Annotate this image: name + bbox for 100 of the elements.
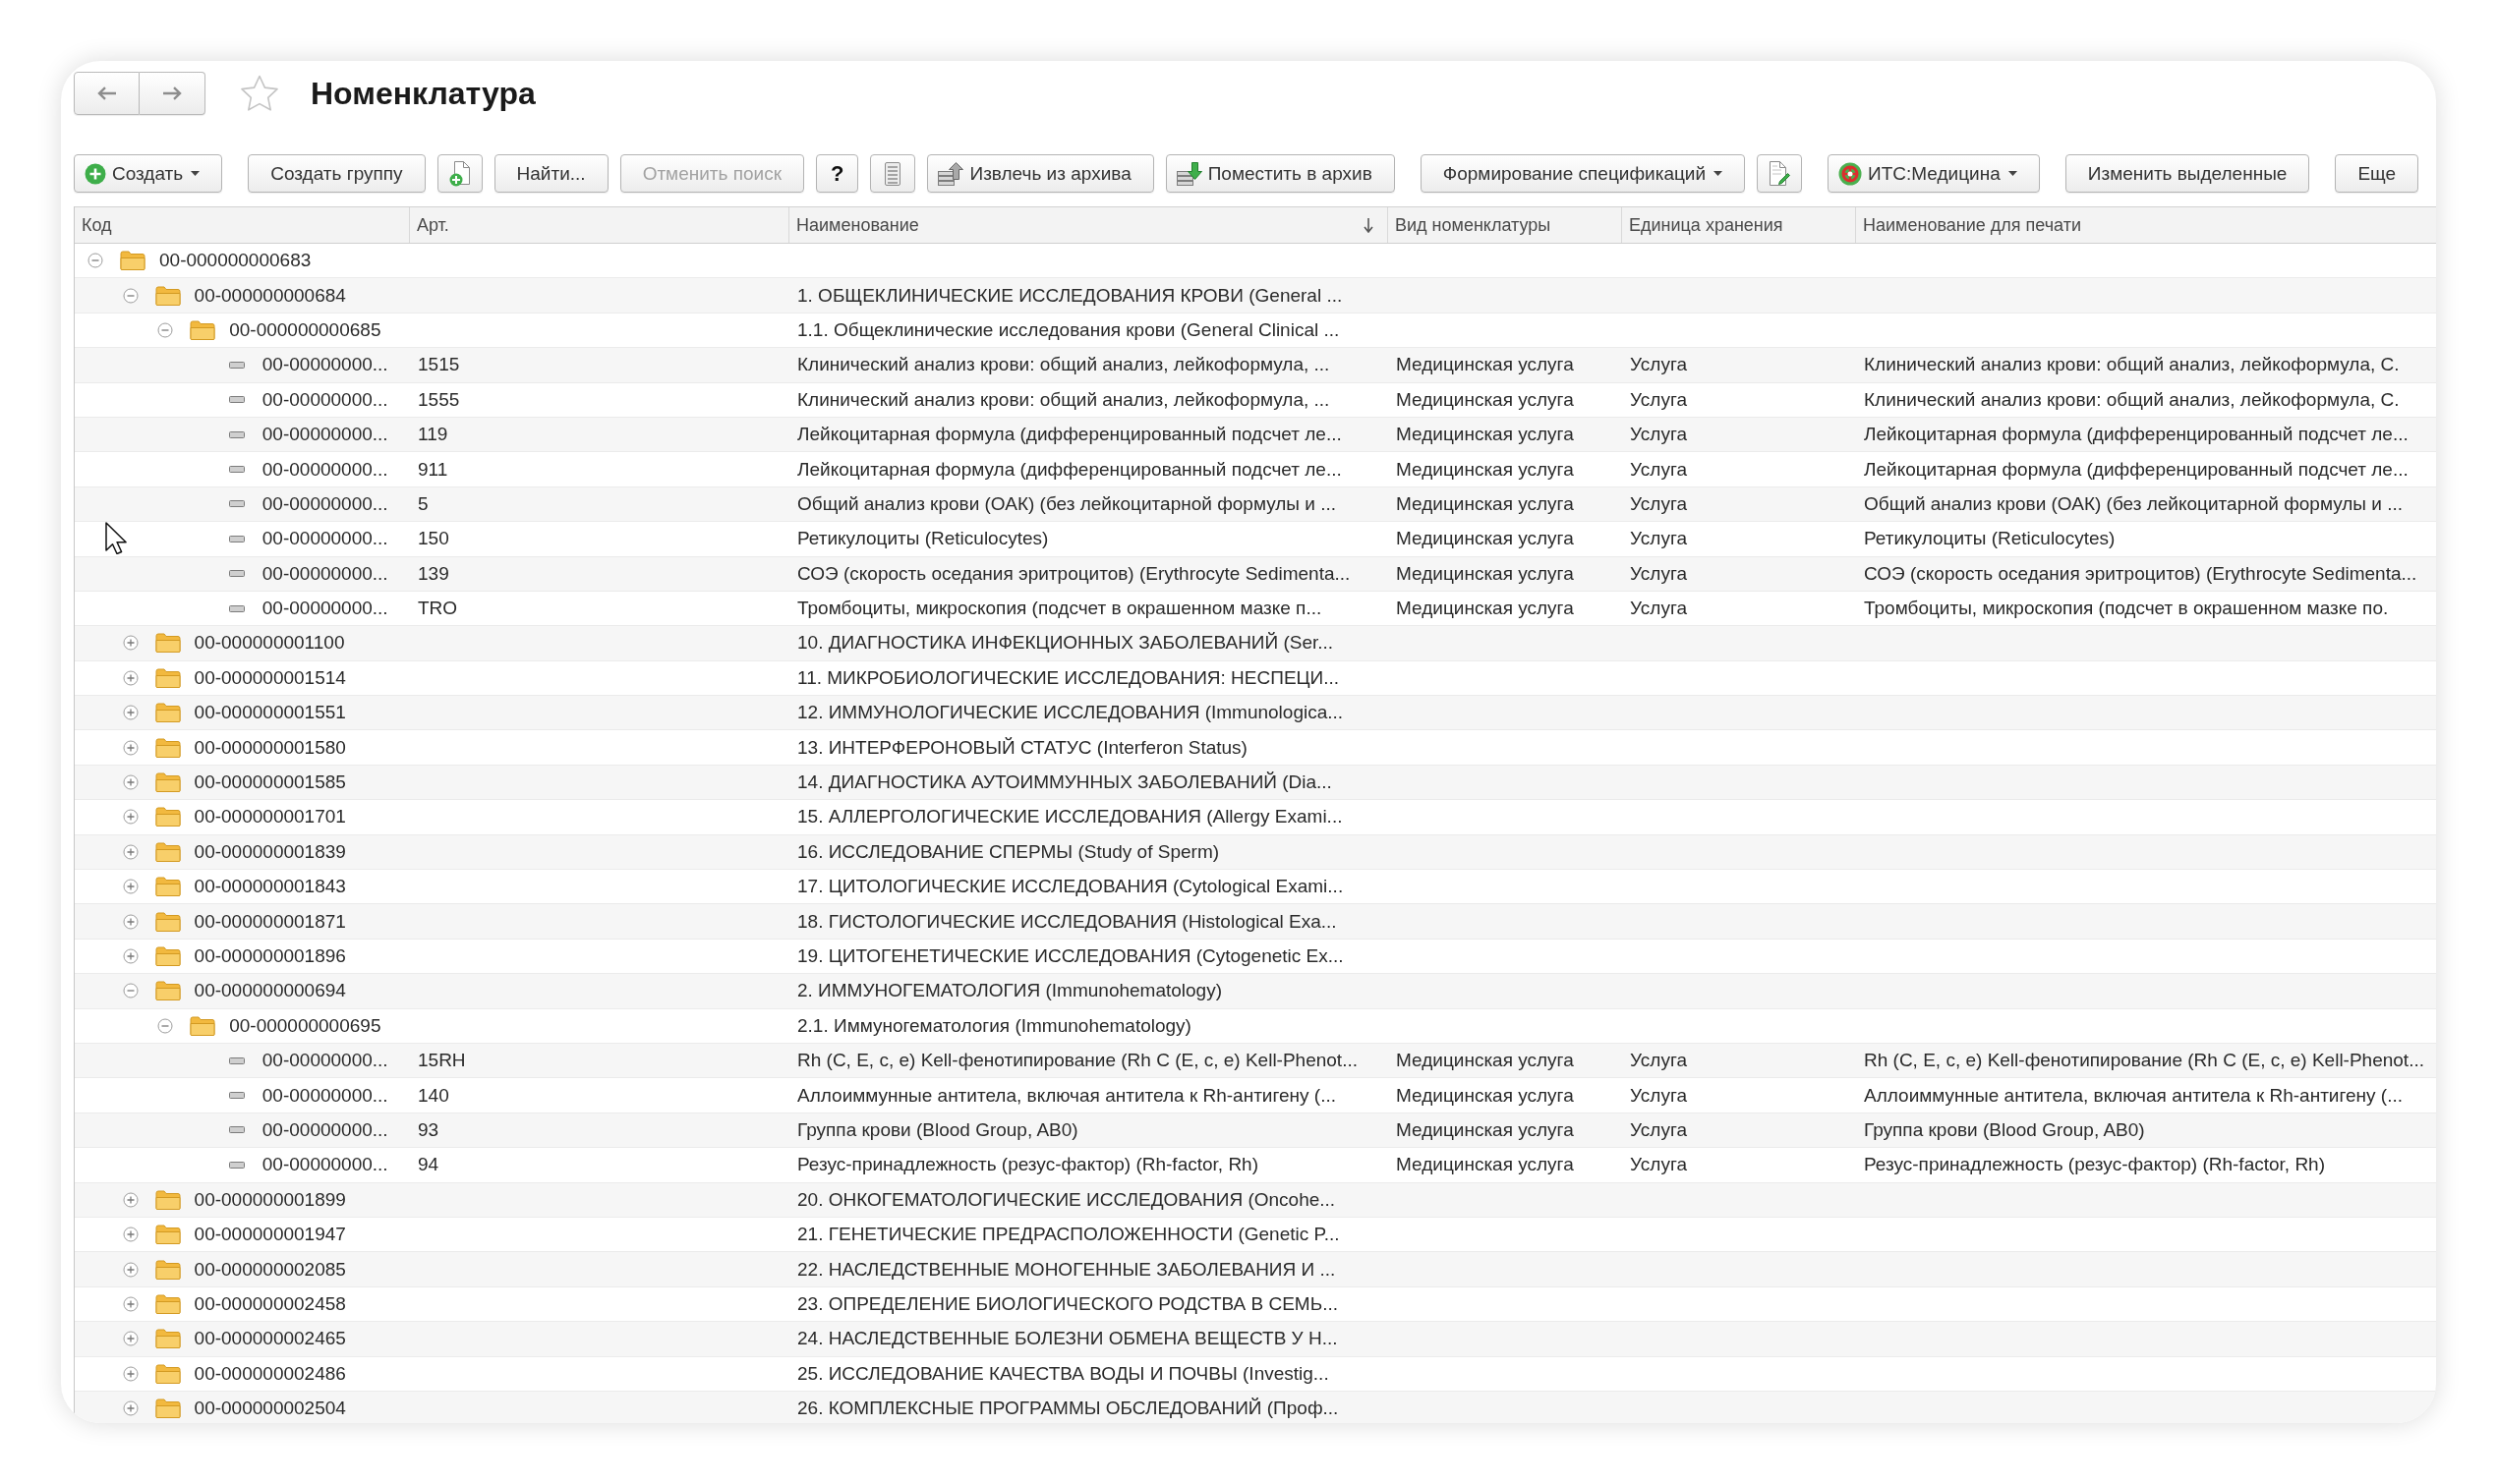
folder-icon — [154, 946, 181, 966]
unit-name: Услуга — [1630, 598, 1687, 620]
expand-icon[interactable] — [122, 1365, 139, 1382]
collapse-icon[interactable] — [87, 253, 103, 269]
article-number: 15RH — [418, 1050, 466, 1072]
collapse-icon[interactable] — [122, 983, 139, 999]
article-number: 1515 — [418, 354, 460, 376]
print-name: Клинический анализ крови: общий анализ, лейкоформула, С. — [1864, 388, 2400, 411]
expand-icon[interactable] — [122, 809, 139, 826]
unit-name: Услуга — [1630, 528, 1687, 550]
expand-icon[interactable] — [122, 1261, 139, 1278]
print-name: Тромбоциты, микроскопия (подсчет в окрашенном мазке по. — [1864, 598, 2389, 620]
folder-icon — [154, 911, 181, 932]
collapse-icon[interactable] — [157, 1017, 174, 1034]
code-text: 00-000000000684 — [194, 284, 346, 307]
print-name: Rh (C, E, c, e) Kell-фенотипирование (Rh C (E, c, e) Kell-Phenot... — [1864, 1050, 2424, 1072]
toolbar-button[interactable]: ИТС:Медицина — [1828, 154, 2040, 193]
expand-icon[interactable] — [122, 948, 139, 964]
toolbar-button[interactable]: Формирование спецификаций — [1420, 154, 1746, 193]
code-text: 00-000000002458 — [194, 1292, 346, 1315]
help-button[interactable]: ? — [816, 154, 859, 193]
sort-arrow-icon — [1364, 217, 1373, 233]
stack-up-arrow-icon — [938, 161, 964, 186]
service-name: 14. ДИАГНОСТИКА АУТОИММУННЫХ ЗАБОЛЕВАНИЙ (Dia... — [797, 771, 1332, 794]
expand-icon[interactable] — [122, 669, 139, 686]
service-name: Резус-принадлежность (резус-фактор) (Rh-factor, Rh) — [797, 1154, 1258, 1176]
print-name: Ретикулоциты (Reticulocytes) — [1864, 528, 2116, 550]
print-name: Аллоиммунные антитела, включая антитела к Rh-антигену (... — [1864, 1084, 2403, 1107]
code-text: 00-000000002085 — [194, 1258, 346, 1281]
caret-icon — [2007, 171, 2017, 176]
service-name: Лейкоцитарная формула (дифференцированный подсчет ле... — [797, 424, 1342, 446]
code-text: 00-000000001585 — [194, 771, 346, 794]
expand-icon[interactable] — [122, 843, 139, 860]
dash-icon — [228, 1126, 245, 1134]
collapse-icon[interactable] — [157, 321, 174, 338]
column-header[interactable]: Код — [75, 207, 410, 243]
expand-icon[interactable] — [122, 705, 139, 721]
toolbar-button[interactable]: Создать группу — [248, 154, 426, 193]
dash-icon — [228, 1092, 245, 1100]
forward-button[interactable] — [140, 72, 205, 115]
article-number: 150 — [418, 528, 449, 550]
code-text: 00-00000000... — [261, 598, 388, 620]
service-name: 1. ОБЩЕКЛИНИЧЕСКИЕ ИССЛЕДОВАНИЯ КРОВИ (General ... — [797, 284, 1343, 307]
toolbar-button[interactable]: Еще — [2335, 154, 2419, 193]
add-button[interactable]: Создать — [74, 154, 223, 193]
code-text: 00-000000001551 — [194, 702, 346, 724]
code-text: 00-00000000... — [261, 1118, 388, 1141]
collapse-icon[interactable] — [122, 287, 139, 304]
item-type: Медицинская услуга — [1396, 1154, 1574, 1176]
article-number: TRO — [418, 598, 458, 620]
dash-icon — [228, 535, 245, 542]
code-text: 00-000000001100 — [194, 632, 345, 655]
expand-icon[interactable] — [122, 913, 139, 930]
expand-icon[interactable] — [122, 879, 139, 895]
left-arrow-icon — [96, 86, 117, 100]
expand-icon[interactable] — [122, 635, 139, 652]
column-header[interactable]: Наименование для печати — [1856, 207, 2436, 243]
service-name: Группа крови (Blood Group, AB0) — [797, 1118, 1078, 1141]
unit-name: Услуга — [1630, 354, 1687, 376]
service-name: 12. ИММУНОЛОГИЧЕСКИЕ ИССЛЕДОВАНИЯ (Immunologica... — [797, 702, 1344, 724]
item-type: Медицинская услуга — [1396, 492, 1574, 515]
column-header[interactable]: Вид номенклатуры — [1388, 207, 1622, 243]
expand-icon[interactable] — [122, 1227, 139, 1243]
toolbar-button[interactable]: Изменить выделенные — [2064, 154, 2310, 193]
edit-document-button[interactable] — [1757, 154, 1803, 193]
print-name: СОЭ (скорость оседания эритроцитов) (Erythrocyte Sedimenta... — [1864, 562, 2417, 585]
service-name: Аллоиммунные антитела, включая антитела к Rh-антигену (... — [797, 1084, 1336, 1107]
code-text: 00-000000001843 — [194, 876, 346, 898]
folder-icon — [154, 981, 181, 1001]
expand-icon[interactable] — [122, 1295, 139, 1312]
folder-icon — [154, 807, 181, 828]
unit-name: Услуга — [1630, 1118, 1687, 1141]
expand-icon[interactable] — [122, 739, 139, 756]
dash-icon — [228, 430, 245, 438]
service-name: 20. ОНКОГЕМАТОЛОГИЧЕСКИЕ ИССЛЕДОВАНИЯ (Oncohe... — [797, 1188, 1336, 1211]
service-name: 2. ИММУНОГЕМАТОЛОГИЯ (Immunohematology) — [797, 980, 1222, 1002]
list-button[interactable] — [870, 154, 916, 193]
code-text: 00-00000000... — [261, 528, 388, 550]
code-text: 00-000000000685 — [229, 318, 381, 341]
folder-icon — [154, 1259, 181, 1280]
back-button[interactable] — [74, 72, 140, 115]
expand-icon[interactable] — [122, 1191, 139, 1208]
add-file-button[interactable] — [436, 154, 483, 193]
expand-icon[interactable] — [122, 774, 139, 791]
expand-icon[interactable] — [122, 1400, 139, 1417]
article-number: 94 — [418, 1154, 439, 1176]
folder-icon — [154, 285, 181, 306]
toolbar-button[interactable]: Найти... — [494, 154, 609, 193]
toolbar-button[interactable]: Поместить в архив — [1165, 154, 1395, 193]
column-header[interactable]: Наименование — [789, 207, 1388, 243]
dash-icon — [228, 396, 245, 404]
column-header[interactable]: Единица хранения — [1622, 207, 1856, 243]
code-text: 00-00000000... — [261, 388, 388, 411]
toolbar-button[interactable]: Извлечь из архива — [927, 154, 1154, 193]
column-header[interactable]: Арт. — [410, 207, 789, 243]
expand-icon[interactable] — [122, 1331, 139, 1347]
star-icon[interactable] — [240, 75, 279, 112]
print-name: Группа крови (Blood Group, AB0) — [1864, 1118, 2145, 1141]
code-text: 00-00000000... — [261, 458, 388, 481]
dash-icon — [228, 1056, 245, 1064]
